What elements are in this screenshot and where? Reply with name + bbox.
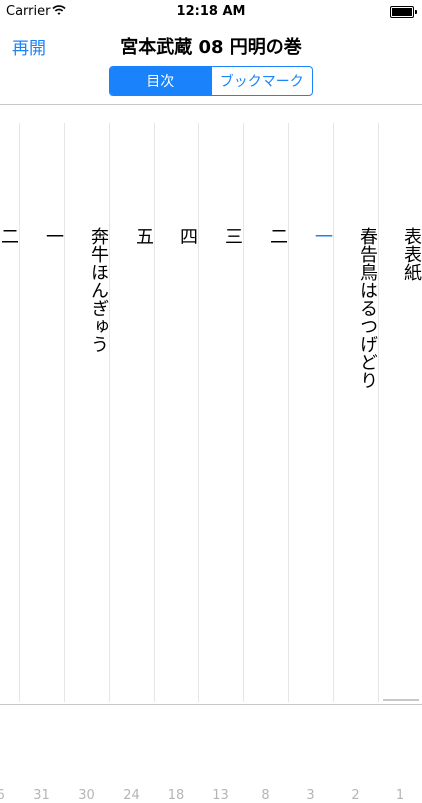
chapter-page: 18	[167, 788, 185, 803]
chapter-title: 三	[222, 227, 243, 245]
chapter-page: 1	[395, 788, 405, 803]
chapter-page: 2	[351, 788, 360, 803]
chapter-title: 四	[177, 227, 198, 245]
status-bar: Carrier 12:18 AM	[0, 0, 422, 22]
column-divider	[109, 123, 110, 702]
chapter-title: 二	[0, 227, 19, 245]
column-divider	[198, 123, 199, 702]
chapter-item[interactable]: 奔牛ほんぎゅう 30	[64, 107, 109, 803]
chapter-title: 一	[312, 227, 333, 245]
clock: 12:18 AM	[176, 4, 246, 19]
chapter-page: 36	[0, 788, 5, 803]
scroll-indicator[interactable]	[383, 699, 419, 701]
chapter-page: 13	[212, 788, 229, 803]
chapter-item[interactable]: 四 18	[154, 107, 198, 803]
chapter-title: 春告鳥はるつげどり	[357, 227, 378, 389]
footer-divider	[0, 704, 422, 705]
chapter-title: 二	[267, 227, 288, 245]
column-divider	[243, 123, 244, 702]
chapter-item[interactable]: 三 13	[198, 107, 243, 803]
chapter-title: 奔牛ほんぎゅう	[88, 227, 109, 353]
chapter-item[interactable]: 表表紙 1	[378, 107, 422, 803]
chapter-page: 31	[33, 788, 50, 803]
column-divider	[154, 123, 155, 702]
chapter-title: 五	[133, 227, 154, 245]
header-divider	[0, 104, 422, 105]
view-segmented-control[interactable]: 目次 ブックマーク	[109, 66, 313, 96]
chapter-item[interactable]: 二 36	[0, 107, 19, 803]
segment-bookmarks[interactable]: ブックマーク	[210, 67, 313, 95]
chapter-page: 8	[261, 788, 270, 803]
chapter-item[interactable]: 五 24	[109, 107, 154, 803]
column-divider	[19, 123, 20, 702]
chapter-title: 一	[43, 227, 64, 245]
column-divider	[64, 123, 65, 702]
chapter-item-current[interactable]: 一 3	[288, 107, 333, 803]
page-title: 宮本武蔵 08 円明の巻	[120, 37, 302, 58]
chapter-title: 表表紙	[401, 227, 422, 281]
chapter-item[interactable]: 春告鳥はるつげどり 2	[333, 107, 378, 803]
column-divider	[333, 123, 334, 702]
chapter-item[interactable]: 一 31	[19, 107, 64, 803]
battery-icon	[390, 6, 417, 18]
column-divider	[288, 123, 289, 702]
chapter-page: 30	[78, 788, 95, 803]
segment-toc[interactable]: 目次	[110, 67, 211, 95]
chapter-page: 3	[306, 788, 315, 803]
column-divider	[378, 123, 379, 702]
chapter-page: 24	[123, 788, 140, 803]
chapter-item[interactable]: 二 8	[243, 107, 288, 803]
